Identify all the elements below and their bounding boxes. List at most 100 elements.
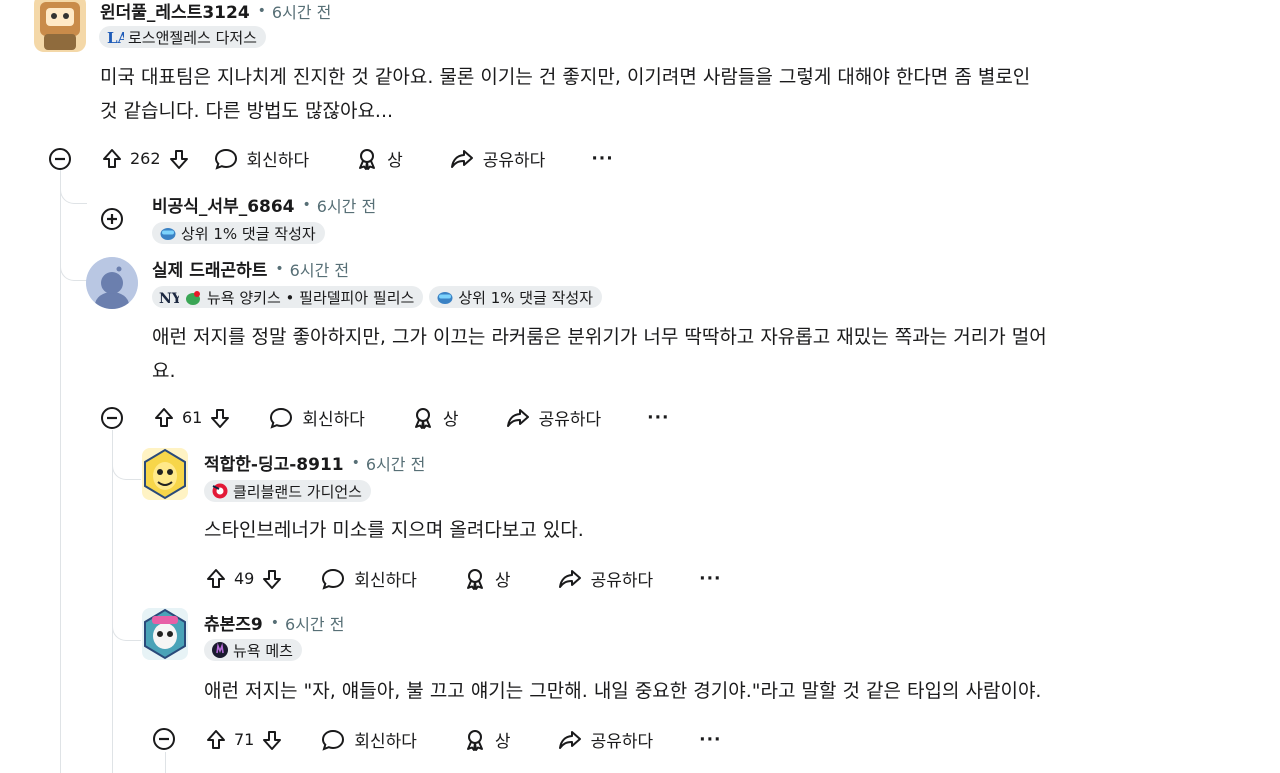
comment-actions: 262 회신하다 상 공유하다 ··· [100,146,614,171]
thread-curve-2 [60,250,87,281]
collapse-icon[interactable] [48,147,72,171]
comment-line: 요. [152,360,176,382]
comment-line: 애런 저지는 "자, 얘들아, 불 끄고 얘기는 그만해. 내일 중요한 경기야… [204,680,1042,702]
flair-label: 클리블랜드 가디언스 [233,482,362,501]
downvote-icon[interactable] [260,728,284,752]
top-commenter-icon [437,292,453,304]
award-button[interactable]: 상 [411,405,459,430]
avatar[interactable] [34,0,86,52]
separator-dot: • [257,2,266,19]
flair-label: 뉴욕 메츠 [233,641,293,660]
avatar[interactable] [86,257,138,309]
award-label: 상 [494,732,511,752]
share-label: 공유하다 [482,151,546,171]
share-icon [450,149,473,168]
share-icon [506,408,529,427]
vote-count: 71 [234,730,255,749]
comment-actions: 49 회신하다 상 공유하다 ··· [204,566,722,591]
upvote-icon[interactable] [152,406,176,430]
share-icon [558,730,581,749]
collapse-icon[interactable] [152,727,176,751]
svg-text:LA: LA [107,29,124,46]
avatar[interactable] [142,448,188,500]
timestamp[interactable]: 6시간 전 [290,257,349,281]
avatar[interactable] [142,608,188,660]
more-icon[interactable]: ··· [699,730,721,750]
reply-button[interactable]: 회신하다 [213,146,310,171]
share-button[interactable]: 공유하다 [557,566,654,591]
downvote-icon[interactable] [167,147,191,171]
username[interactable]: 츄본즈9 [204,610,263,635]
more-icon[interactable]: ··· [699,569,721,589]
award-icon [466,729,483,751]
top-commenter-icon [160,228,176,240]
timestamp[interactable]: 6시간 전 [285,611,344,635]
reply-button[interactable]: 회신하다 [268,405,365,430]
award-label: 상 [494,571,511,591]
comment-header: 윈더풀_레스트3124 • 6시간 전 [100,0,331,24]
award-icon [359,148,376,170]
separator-dot: • [351,454,360,471]
more-icon[interactable]: ··· [591,149,613,169]
award-button[interactable]: 상 [463,727,511,752]
comment-header: 비공식_서부_6864 • 6시간 전 [152,192,376,218]
reply-label: 회신하다 [246,151,310,171]
reply-label: 회신하다 [302,410,365,430]
comment-icon [322,729,345,751]
reply-label: 회신하다 [354,732,417,752]
downvote-icon[interactable] [208,406,232,430]
award-button[interactable]: 상 [463,566,511,591]
comment-actions: 61 회신하다 상 공유하다 ··· [152,405,670,430]
thread-curve-3 [112,443,141,480]
separator-dot: • [270,614,280,631]
upvote-icon[interactable] [100,147,124,171]
comment-line: 스타인브레너가 미소를 지으며 올려다보고 있다. [204,519,584,541]
share-button[interactable]: 공유하다 [557,727,654,752]
guardians-logo-icon [212,483,228,499]
username[interactable]: 실제 드래곤하트 [152,256,267,281]
achievement-flair: 상위 1% 댓글 작성자 [152,222,325,244]
share-label: 공유하다 [538,410,602,430]
award-icon [466,568,483,590]
vote-count: 49 [234,569,255,588]
share-button[interactable]: 공유하다 [449,146,546,171]
comment-actions: 71 회신하다 상 공유하다 ··· [204,727,722,752]
user-flair: 뉴욕 메츠 [204,639,302,661]
timestamp[interactable]: 6시간 전 [366,451,425,475]
share-label: 공유하다 [590,732,654,752]
timestamp[interactable]: 6시간 전 [272,0,331,23]
upvote-icon[interactable] [204,567,228,591]
comment-body: 애런 저지는 "자, 얘들아, 불 끄고 얘기는 그만해. 내일 중요한 경기야… [204,674,1254,708]
reply-button[interactable]: 회신하다 [320,566,417,591]
separator-dot: • [302,196,311,213]
share-icon [558,569,581,588]
share-button[interactable]: 공유하다 [505,405,602,430]
thread-line-level3[interactable] [165,752,166,773]
collapse-icon[interactable] [100,406,124,430]
comment-body: 미국 대표팀은 지나치게 진지한 것 같아요. 물론 이기는 건 좋지만, 이기… [100,60,1260,128]
comment-header: 실제 드래곤하트 • 6시간 전 [152,256,349,282]
upvote-icon[interactable] [204,728,228,752]
reply-label: 회신하다 [354,571,417,591]
downvote-icon[interactable] [260,567,284,591]
more-icon[interactable]: ··· [647,408,669,428]
username[interactable]: 비공식_서부_6864 [152,192,295,217]
timestamp[interactable]: 6시간 전 [317,193,376,217]
flair-label: 상위 1% 댓글 작성자 [458,288,594,307]
award-label: 상 [387,151,403,171]
award-button[interactable]: 상 [355,146,403,171]
share-label: 공유하다 [590,571,654,591]
username[interactable]: 윈더풀_레스트3124 [100,0,250,23]
user-flair: LA 로스앤젤레스 다저스 [99,26,266,48]
username[interactable]: 적합한-딩고-8911 [204,450,344,475]
user-flair: NY 뉴욕 양키스 • 필라델피아 필리스 [152,286,424,308]
separator-dot: • [275,260,284,277]
mets-logo-icon [212,642,228,658]
vote-count: 262 [130,149,161,168]
svg-text:NY: NY [159,291,179,306]
expand-icon[interactable] [100,207,124,231]
comment-header: 적합한-딩고-8911 • 6시간 전 [204,450,425,476]
comment-icon [270,407,293,429]
reply-button[interactable]: 회신하다 [320,727,417,752]
flair-label: 상위 1% 댓글 작성자 [181,224,316,243]
